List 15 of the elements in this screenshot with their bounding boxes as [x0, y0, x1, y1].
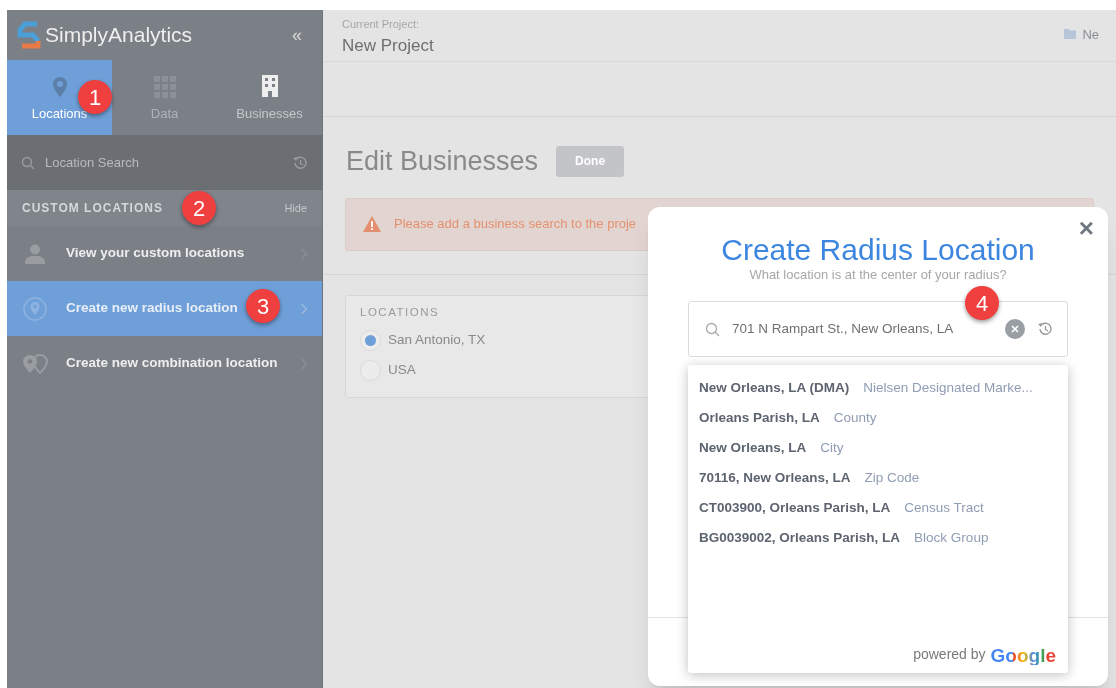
alert-text: Please add a business search to the proje — [394, 215, 637, 234]
item-label: View your custom locations — [66, 244, 245, 263]
project-name: New Project — [342, 34, 434, 57]
dialog-subtitle: What location is at the center of your radius? — [748, 266, 1008, 284]
app-logo-text: SimplyAnalytics — [45, 22, 193, 49]
card-heading: LOCATIONS — [360, 304, 441, 320]
caption-text: Current Project: — [342, 17, 421, 32]
dialog-title: Create Radius Location — [721, 232, 1035, 268]
powered-by-text: powered by — [913, 645, 986, 664]
page-title: Edit Businesses — [346, 145, 539, 178]
item-label: Create new radius location — [66, 299, 238, 318]
section-heading: CUSTOM LOCATIONS — [22, 200, 163, 217]
google-logo-text: Google — [990, 646, 1056, 665]
project-menu-text: Ne — [1082, 28, 1099, 41]
item-label: Create new combination location — [66, 354, 278, 373]
